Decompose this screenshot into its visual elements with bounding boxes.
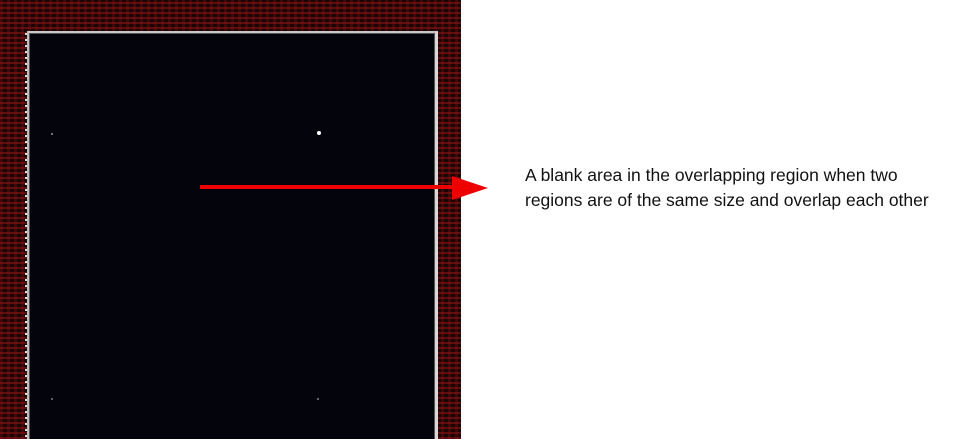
star-marker: [51, 398, 53, 400]
annotation-text: A blank area in the overlapping region w…: [525, 165, 929, 210]
star-marker: [317, 131, 321, 135]
star-marker: [317, 398, 319, 400]
star-marker: [51, 133, 53, 135]
blank-overlap-region: [27, 31, 438, 439]
map-viewport: [0, 0, 461, 439]
